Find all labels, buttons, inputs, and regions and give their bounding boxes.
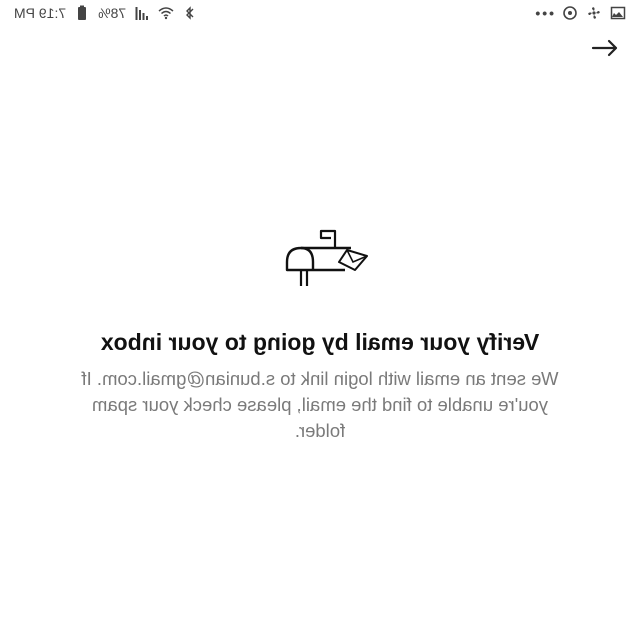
status-bar-right: 78% 7:19 PM xyxy=(14,5,198,21)
clock-time: 7:19 PM xyxy=(14,5,67,21)
sync-icon xyxy=(563,6,577,20)
verify-email-panel: Verify your email by going to your inbox… xyxy=(60,228,580,444)
instructions-text: We sent an email with login link to s.bu… xyxy=(81,368,559,441)
mailbox-icon xyxy=(285,229,368,286)
status-bar-left: ••• xyxy=(533,5,626,21)
battery-percent: 78% xyxy=(98,5,127,21)
wifi-icon xyxy=(158,7,174,20)
battery-icon xyxy=(78,5,87,20)
bluetooth-icon xyxy=(186,6,194,20)
image-notification-icon xyxy=(610,6,626,20)
more-notifications-icon: ••• xyxy=(533,5,554,21)
status-bar: ••• 78% 7:19 PM xyxy=(0,0,640,26)
page-title: Verify your email by going to your inbox xyxy=(100,329,540,355)
back-button[interactable] xyxy=(588,36,622,60)
fan-icon xyxy=(588,7,600,19)
signal-icon xyxy=(135,7,149,20)
back-arrow-icon xyxy=(591,39,618,57)
screen: ••• 78% 7:19 PM Verify your email by goi… xyxy=(0,0,640,640)
